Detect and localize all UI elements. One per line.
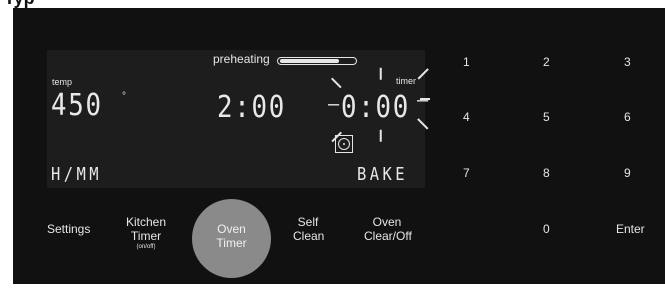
kitchen-timer-label-line1: Kitchen <box>126 215 167 229</box>
cropped-title: Typ <box>0 0 665 8</box>
timer-dash-left: – <box>328 93 340 115</box>
oven-control-panel: preheating temp 450 ° 2:00 timer – 0:00 … <box>13 8 665 284</box>
page-title: Typ <box>4 0 35 8</box>
enter-key[interactable]: Enter <box>616 222 645 236</box>
timer-ray-bottom <box>380 129 382 142</box>
key-0[interactable]: 0 <box>543 222 550 236</box>
key-7[interactable]: 7 <box>463 166 470 180</box>
oven-timer-button[interactable]: Oven Timer <box>192 199 271 278</box>
timer-dash-right: – <box>417 89 429 111</box>
kitchen-timer-button[interactable]: Kitchen Timer (on/off) <box>126 215 166 252</box>
kitchen-timer-label-line2: Timer <box>130 229 162 243</box>
key-9[interactable]: 9 <box>624 166 631 180</box>
self-clean-label-line1: Self <box>297 215 319 229</box>
degree-symbol: ° <box>122 91 126 102</box>
settings-button[interactable]: Settings <box>47 222 90 236</box>
key-8[interactable]: 8 <box>543 166 550 180</box>
clock-format-readout: H/MM <box>51 164 103 185</box>
kitchen-timer-sublabel: (on/off) <box>136 244 156 250</box>
oven-clear-off-button[interactable]: Oven Clear/Off <box>364 215 412 243</box>
self-clean-label-line2: Clean <box>293 229 325 243</box>
settings-button-label: Settings <box>47 222 91 236</box>
key-5[interactable]: 5 <box>543 110 550 124</box>
timer-ray-top-left <box>331 77 342 88</box>
self-clean-button[interactable]: Self Clean <box>293 215 325 243</box>
oven-timer-label-line2: Timer <box>216 236 247 250</box>
timer-ray-top <box>380 67 382 80</box>
timer-readout: 0:00 <box>341 90 411 125</box>
cooking-mode-readout: BAKE <box>357 164 409 185</box>
key-4[interactable]: 4 <box>463 110 470 124</box>
key-1[interactable]: 1 <box>463 55 470 69</box>
temp-label: temp <box>52 77 73 87</box>
oven-timer-label-line1: Oven <box>217 222 246 236</box>
preheat-progress-fill <box>280 59 340 63</box>
key-6[interactable]: 6 <box>624 110 631 124</box>
lcd-display: preheating temp 450 ° 2:00 timer – 0:00 … <box>47 50 425 188</box>
cook-time-readout: 2:00 <box>217 90 287 125</box>
oven-clear-off-label-line2: Clear/Off <box>364 229 412 243</box>
preheat-progress-bar <box>277 57 357 65</box>
key-3[interactable]: 3 <box>624 55 631 69</box>
oven-clear-off-label-line1: Oven <box>372 215 402 229</box>
timer-label: timer <box>396 76 416 86</box>
temperature-readout: 450 <box>51 88 103 123</box>
preheating-label: preheating <box>213 52 270 66</box>
key-2[interactable]: 2 <box>543 55 550 69</box>
convection-fan-icon <box>335 135 353 153</box>
